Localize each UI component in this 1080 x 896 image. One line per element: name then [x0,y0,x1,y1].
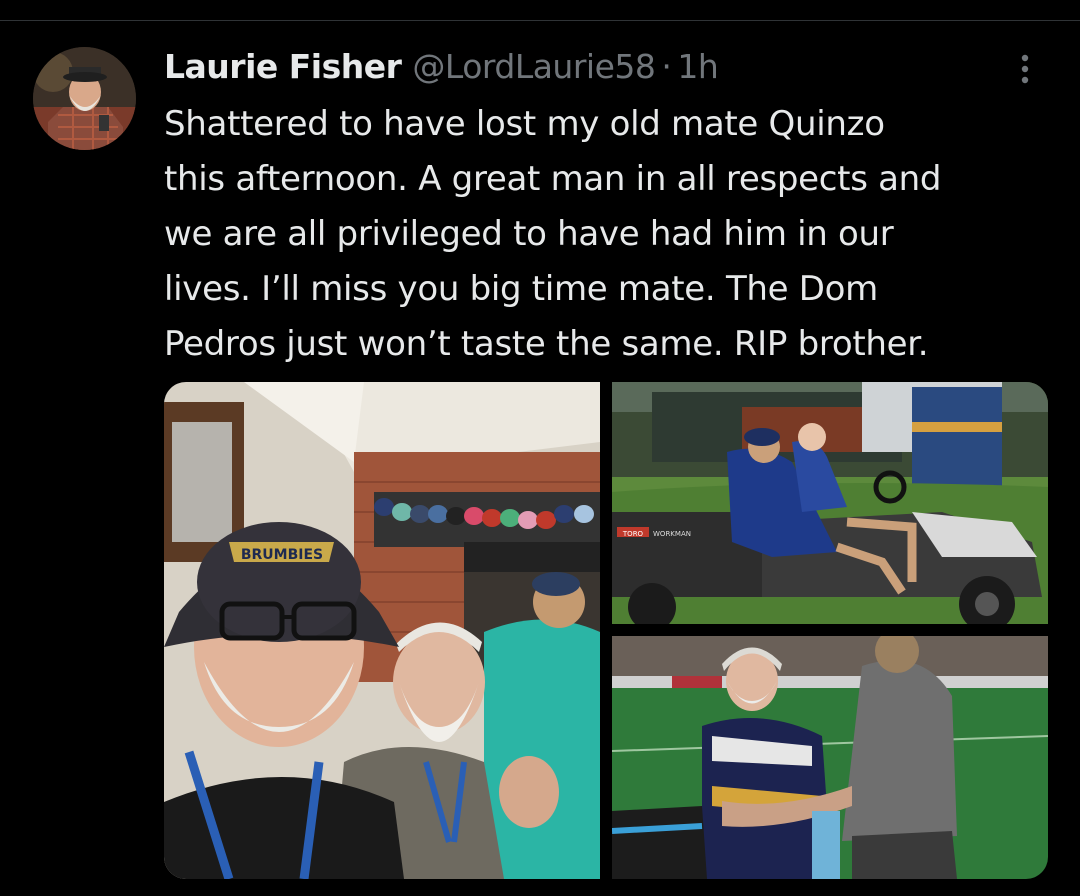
media-grid: BRUMBIES TORO WORKMAN [164,382,1048,879]
tweet-text: Shattered to have lost my old mate Quinz… [164,104,942,364]
photo-selfie[interactable]: BRUMBIES [164,382,600,879]
more-vertical-icon[interactable] [1012,52,1038,86]
user-handle[interactable]: @LordLaurie58 [412,47,655,86]
separator-dot: · [661,46,672,86]
top-divider [0,20,1080,21]
display-name[interactable]: Laurie Fisher [164,47,402,86]
timestamp[interactable]: 1h [677,47,718,86]
photo-embrace[interactable] [612,636,1048,879]
avatar[interactable] [33,47,136,150]
tweet-header: Laurie Fisher @LordLaurie58 · 1h [164,44,719,88]
hat-text: BRUMBIES [241,547,323,563]
photo-golf-cart[interactable]: TORO WORKMAN [612,382,1048,624]
cart-model-text: WORKMAN [653,530,691,538]
cart-brand-text: TORO [622,530,644,538]
